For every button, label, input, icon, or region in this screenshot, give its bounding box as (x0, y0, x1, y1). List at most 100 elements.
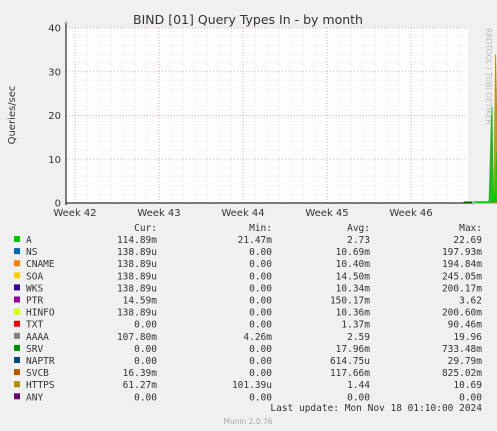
legend-value: 29.79m (448, 356, 483, 367)
legend-value: 0.00 (347, 392, 370, 403)
y-tick-label: 40 (48, 24, 61, 35)
legend-value: 0.00 (249, 259, 272, 270)
legend-value: 0.00 (249, 356, 272, 367)
legend-swatch (14, 393, 20, 400)
legend-value: 0.00 (249, 271, 272, 282)
legend-series-name: CNAME (26, 259, 55, 270)
legend-value: 138.89u (117, 271, 157, 282)
legend-series-name: WKS (26, 283, 43, 294)
x-tick-label: Week 42 (53, 208, 96, 219)
legend-value: 10.34m (336, 283, 371, 294)
legend-swatch (14, 296, 20, 303)
legend-value: 733.48m (442, 344, 482, 355)
y-tick-label: 10 (48, 155, 61, 166)
y-tick-label: 20 (48, 111, 61, 122)
legend-value: 114.89m (117, 235, 157, 246)
legend-value: 0.00 (249, 283, 272, 294)
x-tick-label: Week 46 (389, 208, 432, 219)
legend-swatch (14, 248, 20, 255)
legend-column-header: Avg: (347, 223, 370, 234)
legend-value: 61.27m (123, 380, 158, 391)
legend-column-header: Min: (249, 223, 272, 234)
legend-swatch (14, 332, 20, 339)
legend-value: 200.60m (442, 308, 482, 319)
legend-series-name: SOA (26, 271, 43, 282)
legend-swatch (14, 357, 20, 363)
x-tick-label: Week 44 (221, 208, 264, 219)
legend-value: 4.26m (243, 332, 272, 343)
legend-value: 138.89u (117, 283, 157, 294)
legend-series-name: A (26, 235, 32, 246)
legend-value: 0.00 (459, 392, 482, 403)
legend-series-name: SRV (26, 344, 43, 355)
chart-title: BIND [01] Query Types In - by month (133, 12, 363, 27)
legend-value: 10.69 (453, 380, 482, 391)
legend-value: 194.84m (442, 259, 482, 270)
legend-series-name: ANY (26, 392, 43, 403)
legend-value: 825.02m (442, 368, 482, 379)
y-axis-label: Queries/sec (7, 86, 18, 145)
x-tick-label: Week 43 (137, 208, 180, 219)
legend-value: 0.00 (134, 392, 157, 403)
legend-value: 10.69m (336, 247, 371, 258)
legend-value: 0.00 (249, 308, 272, 319)
legend-value: 2.73 (347, 235, 370, 246)
legend-swatch (14, 236, 20, 242)
legend-swatch (14, 308, 20, 315)
legend-value: 150.17m (330, 296, 370, 307)
legend-series-name: NAPTR (26, 356, 55, 367)
legend-value: 3.62 (459, 296, 482, 307)
legend-value: 245.05m (442, 271, 482, 282)
legend-value: 200.17m (442, 283, 482, 294)
legend-series-name: AAAA (26, 332, 49, 343)
legend-series-name: HTTPS (26, 380, 55, 391)
legend-value: 10.36m (336, 308, 371, 319)
legend-value: 0.00 (249, 320, 272, 331)
legend-value: 0.00 (249, 344, 272, 355)
legend-value: 1.44 (347, 380, 370, 391)
legend-value: 0.00 (134, 320, 157, 331)
legend-value: 2.59 (347, 332, 370, 343)
legend-value: 138.89u (117, 247, 157, 258)
legend-value: 0.00 (249, 368, 272, 379)
legend-swatch (14, 344, 20, 351)
legend-value: 22.69 (453, 235, 482, 246)
legend-value: 16.39m (123, 368, 158, 379)
legend-value: 17.96m (336, 344, 371, 355)
legend-value: 21.47m (238, 235, 273, 246)
legend-column-header: Max: (459, 223, 482, 234)
legend-value: 19.96 (453, 332, 482, 343)
legend-value: 0.00 (249, 247, 272, 258)
legend-value: 197.93m (442, 247, 482, 258)
legend-value: 0.00 (134, 344, 157, 355)
legend-value: 14.59m (123, 296, 158, 307)
y-tick-label: 30 (48, 67, 61, 78)
legend-series-name: PTR (26, 296, 43, 307)
legend-swatch (14, 369, 20, 376)
footer-version: Munin 2.0.76 (223, 417, 272, 426)
legend-swatch (14, 320, 20, 327)
legend-value: 101.39u (232, 380, 272, 391)
x-tick-label: Week 45 (305, 208, 348, 219)
legend-swatch (14, 284, 20, 291)
last-update: Last update: Mon Nov 18 01:10:00 2024 (270, 403, 482, 414)
chart: BIND [01] Query Types In - by month Quer… (0, 0, 497, 431)
legend-series-name: TXT (26, 320, 43, 331)
legend-series-name: NS (26, 247, 38, 258)
legend-swatch (14, 272, 20, 279)
legend-value: 138.89u (117, 308, 157, 319)
legend-column-header: Cur: (134, 223, 157, 234)
legend-value: 138.89u (117, 259, 157, 270)
legend-series-name: HINFO (26, 308, 55, 319)
legend-value: 90.46m (448, 320, 483, 331)
legend-value: 10.40m (336, 259, 371, 270)
legend-value: 1.37m (341, 320, 370, 331)
legend-value: 117.66m (330, 368, 370, 379)
legend-series-name: SVCB (26, 368, 49, 379)
legend-swatch (14, 381, 20, 388)
legend-value: 107.80m (117, 332, 157, 343)
legend-swatch (14, 260, 20, 267)
legend-value: 0.00 (134, 356, 157, 367)
legend-value: 14.50m (336, 271, 371, 282)
legend-value: 0.00 (249, 296, 272, 307)
